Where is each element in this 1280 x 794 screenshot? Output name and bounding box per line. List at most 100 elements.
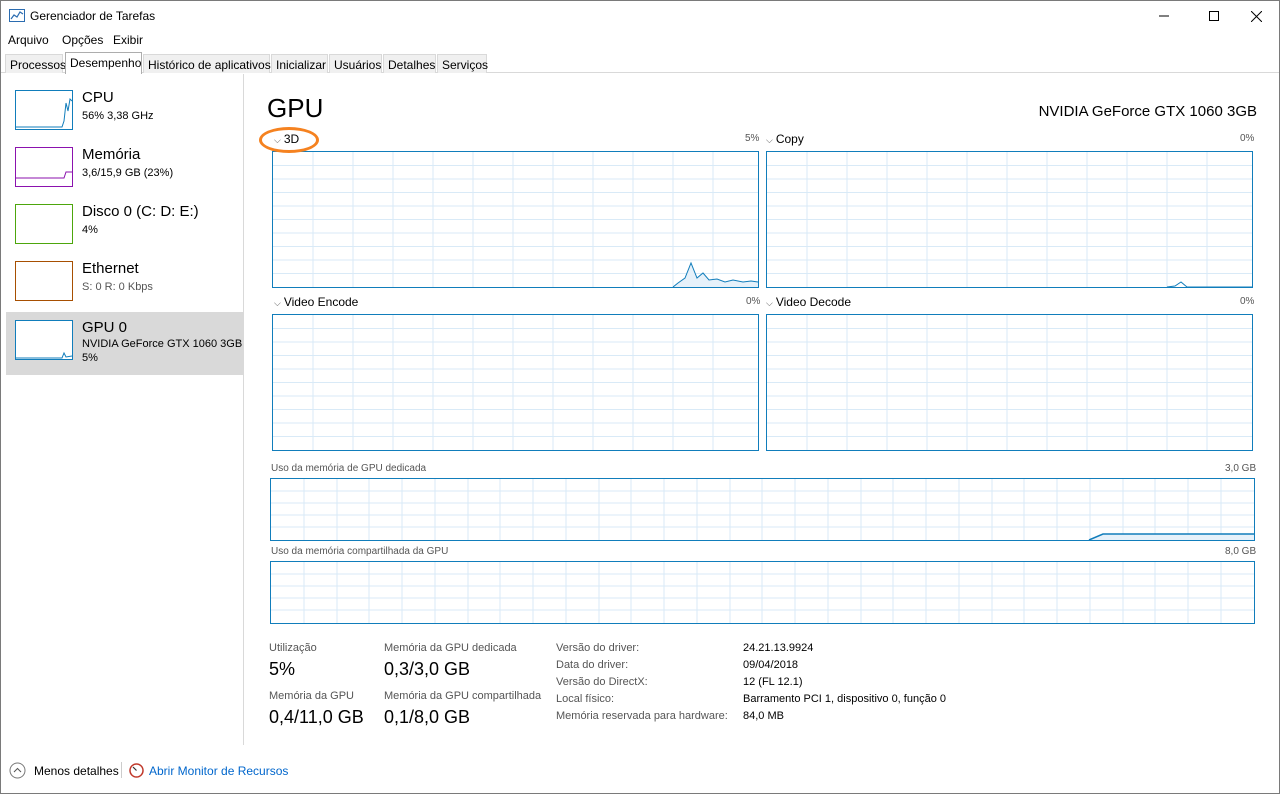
- dedicated-gpu-memory-label: Memória da GPU dedicada: [384, 642, 517, 654]
- sidebar-item-memoria[interactable]: Memória 3,6/15,9 GB (23%): [6, 139, 243, 202]
- driver-date-value: 09/04/2018: [743, 659, 799, 671]
- sidebar-item-label: Disco 0 (C: D: E:): [82, 203, 199, 220]
- gpu-memory-value: 0,4/11,0 GB: [269, 707, 364, 727]
- gpu-memory-label: Memória da GPU: [269, 690, 354, 702]
- chevron-up-circle-icon[interactable]: [9, 762, 26, 779]
- engine-percent: 0%: [1240, 133, 1255, 144]
- physical-location-key: Local físico:: [556, 693, 615, 705]
- tab-detalhes[interactable]: Detalhes: [383, 54, 436, 73]
- menu-arquivo[interactable]: Arquivo: [8, 33, 49, 47]
- less-details-button[interactable]: Menos detalhes: [34, 764, 119, 778]
- engine-selector-copy[interactable]: ⌵ Copy: [766, 132, 804, 146]
- footer-divider: [121, 762, 122, 778]
- engine-label: Copy: [775, 132, 804, 146]
- sidebar-item-sub2: 5%: [82, 352, 98, 364]
- menu-opcoes[interactable]: Opções: [62, 33, 103, 47]
- maximize-button[interactable]: [1191, 1, 1237, 31]
- graph-shared-memory: [270, 561, 1255, 624]
- cpu-thumbnail: [15, 90, 73, 130]
- graph-copy: [766, 151, 1253, 288]
- highlight-circle-annotation: [259, 127, 319, 153]
- utilization-label: Utilização: [269, 642, 317, 654]
- shared-memory-max: 8,0 GB: [1225, 546, 1257, 557]
- resource-monitor-icon: [129, 763, 144, 778]
- sidebar: CPU 56% 3,38 GHz Memória 3,6/15,9 GB (23…: [1, 74, 244, 745]
- sidebar-item-sub: NVIDIA GeForce GTX 1060 3GB: [82, 338, 243, 350]
- directx-version-key: Versão do DirectX:: [556, 676, 648, 688]
- chevron-down-icon: ⌵: [766, 298, 773, 308]
- open-resource-monitor-link[interactable]: Abrir Monitor de Recursos: [149, 764, 288, 778]
- sidebar-item-label: CPU: [82, 89, 114, 106]
- main-panel: GPU NVIDIA GeForce GTX 1060 3GB ⌵ 3D 5% ⌵…: [245, 74, 1279, 745]
- utilization-value: 5%: [269, 659, 296, 679]
- tab-usuarios[interactable]: Usuários: [329, 54, 382, 73]
- hardware-reserved-value: 84,0 MB: [743, 710, 784, 722]
- chevron-down-icon: ⌵: [766, 135, 773, 145]
- task-manager-window: Gerenciador de Tarefas Arquivo Opções Ex…: [0, 0, 1280, 794]
- dedicated-gpu-memory-value: 0,3/3,0 GB: [384, 659, 471, 679]
- gpu-thumbnail: [15, 320, 73, 360]
- footer: Menos detalhes Abrir Monitor de Recursos: [1, 756, 1279, 786]
- sidebar-item-ethernet[interactable]: Ethernet S: 0 R: 0 Kbps: [6, 253, 243, 316]
- tab-bar: Processos Desempenho Histórico de aplica…: [1, 51, 1279, 74]
- engine-selector-video-decode[interactable]: ⌵ Video Decode: [766, 295, 851, 309]
- engine-label: Video Encode: [283, 295, 359, 309]
- graph-video-decode-svg: [767, 315, 1252, 450]
- graph-dedicated-memory-svg: [271, 479, 1254, 540]
- sidebar-item-sub: 56% 3,38 GHz: [82, 110, 154, 122]
- driver-date-key: Data do driver:: [556, 659, 629, 671]
- title-bar[interactable]: Gerenciador de Tarefas: [1, 1, 1279, 31]
- physical-location-value: Barramento PCI 1, dispositivo 0, função …: [743, 693, 946, 705]
- minimize-icon: [1159, 15, 1169, 17]
- hardware-reserved-key: Memória reservada para hardware:: [556, 710, 728, 722]
- close-icon: [1250, 10, 1262, 22]
- graph-copy-svg: [767, 152, 1252, 287]
- engine-percent: 0%: [746, 296, 761, 307]
- maximize-icon: [1209, 11, 1219, 21]
- sidebar-item-sub: S: 0 R: 0 Kbps: [82, 281, 153, 293]
- cpu-mini-graph: [16, 97, 72, 128]
- chevron-down-icon: ⌵: [274, 298, 281, 308]
- gpu-mini-graph: [16, 351, 72, 359]
- menu-bar: Arquivo Opções Exibir: [1, 31, 1279, 49]
- tab-historico[interactable]: Histórico de aplicativos: [143, 54, 271, 73]
- engine-percent: 0%: [1240, 296, 1255, 307]
- tab-servicos[interactable]: Serviços: [437, 54, 488, 73]
- memory-thumbnail: [15, 147, 73, 187]
- driver-version-value: 24.21.13.9924: [743, 642, 814, 654]
- dedicated-memory-label: Uso da memória de GPU dedicada: [271, 463, 427, 474]
- sidebar-item-label: GPU 0: [82, 319, 128, 336]
- graph-3d-svg: [273, 152, 758, 287]
- engine-percent: 5%: [745, 133, 760, 144]
- tab-desempenho[interactable]: Desempenho: [65, 52, 142, 74]
- close-button[interactable]: [1233, 1, 1279, 31]
- sidebar-item-sub: 4%: [82, 224, 98, 236]
- tab-inicializar[interactable]: Inicializar: [271, 54, 328, 73]
- graph-shared-memory-svg: [271, 562, 1254, 623]
- dedicated-memory-max: 3,0 GB: [1225, 463, 1257, 474]
- disk-thumbnail: [15, 204, 73, 244]
- graph-3d: [272, 151, 759, 288]
- page-title: GPU: [267, 93, 324, 123]
- graph-video-decode: [766, 314, 1253, 451]
- memory-mini-graph: [16, 171, 72, 179]
- engine-label: Video Decode: [775, 295, 851, 309]
- sidebar-item-label: Ethernet: [82, 260, 139, 277]
- menu-exibir[interactable]: Exibir: [113, 33, 143, 47]
- task-manager-icon: [9, 9, 25, 22]
- gpu-name: NVIDIA GeForce GTX 1060 3GB: [1038, 103, 1257, 120]
- graph-dedicated-memory: [270, 478, 1255, 541]
- tab-processos[interactable]: Processos: [5, 54, 66, 73]
- sidebar-item-disco[interactable]: Disco 0 (C: D: E:) 4%: [6, 196, 243, 259]
- sidebar-item-gpu[interactable]: GPU 0 NVIDIA GeForce GTX 1060 3GB 5%: [6, 312, 243, 375]
- sidebar-item-cpu[interactable]: CPU 56% 3,38 GHz: [6, 82, 243, 145]
- engine-selector-video-encode[interactable]: ⌵ Video Encode: [274, 295, 358, 309]
- minimize-button[interactable]: [1141, 1, 1187, 31]
- driver-version-key: Versão do driver:: [556, 642, 640, 654]
- shared-gpu-memory-label: Memória da GPU compartilhada: [384, 690, 542, 702]
- shared-gpu-memory-value: 0,1/8,0 GB: [384, 707, 471, 727]
- sidebar-item-sub: 3,6/15,9 GB (23%): [82, 167, 174, 179]
- sidebar-item-label: Memória: [82, 146, 141, 163]
- graph-video-encode: [272, 314, 759, 451]
- directx-version-value: 12 (FL 12.1): [743, 676, 803, 688]
